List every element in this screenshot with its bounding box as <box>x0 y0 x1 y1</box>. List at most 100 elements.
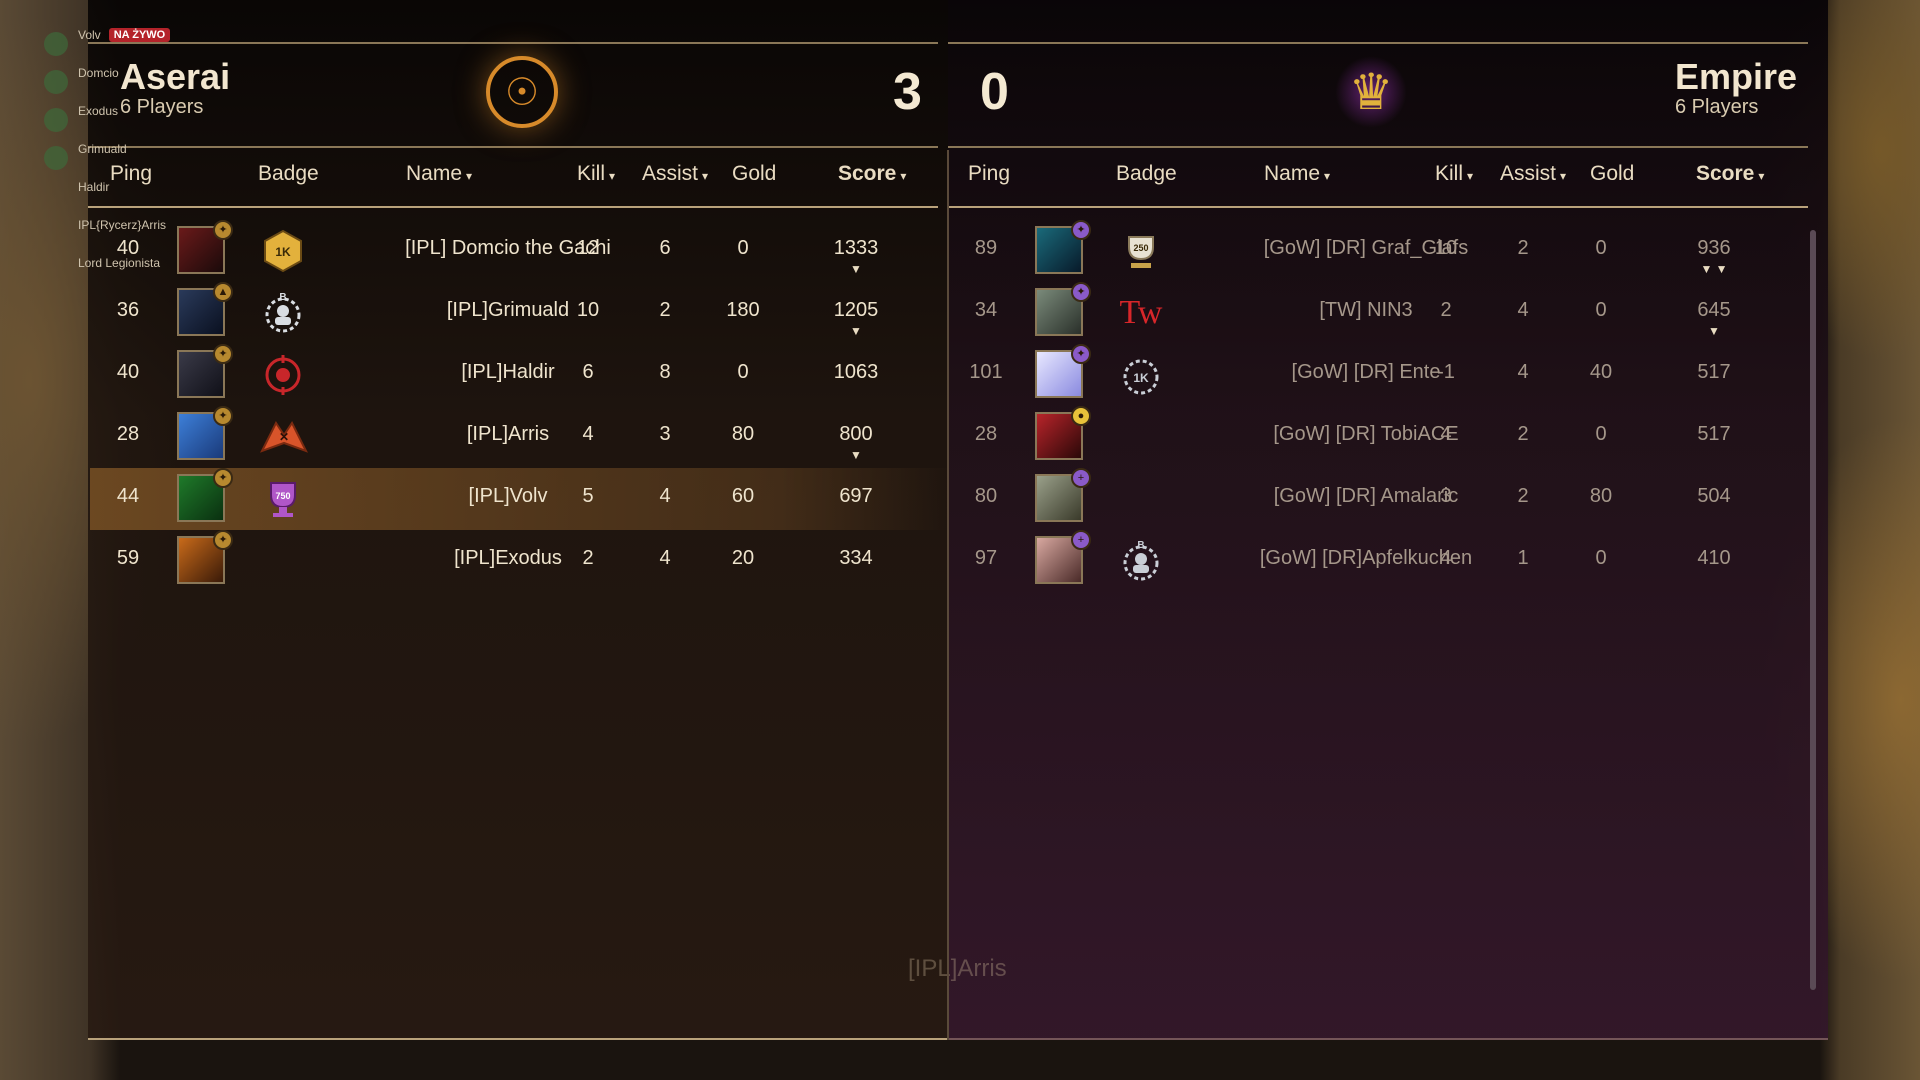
rank-icon: ✦ <box>1071 220 1091 240</box>
gold: 80 <box>1589 485 1613 507</box>
assist: 1 <box>1517 547 1529 569</box>
avatar: + <box>1035 530 1091 584</box>
ping: 97 <box>974 547 998 569</box>
avatar <box>44 32 68 56</box>
laurel-badge-icon: 1K <box>1116 350 1166 400</box>
col-assist-left[interactable]: Assist ▾ <box>642 162 708 186</box>
score-marks: ▼ ▼ <box>1700 262 1728 276</box>
col-label: Assist <box>642 162 699 185</box>
empire-eagle-icon: ♛ <box>1335 56 1407 128</box>
kill: 10 <box>1434 237 1458 259</box>
chevron-down-icon: ▾ <box>1758 169 1765 183</box>
badge-label: 250 <box>1133 243 1148 253</box>
stream-overlay: Volv NA ŻYWO Domcio Exodus Grimuald Haldi… <box>44 28 198 294</box>
col-label: Score <box>838 162 897 185</box>
live-badge: NA ŻYWO <box>108 28 171 42</box>
chevron-down-icon: ▾ <box>702 169 709 183</box>
aserai-sun-icon: ☉ <box>486 56 558 128</box>
gold: 0 <box>1595 299 1607 321</box>
divider <box>88 146 938 148</box>
rank-icon: ✦ <box>1071 282 1091 302</box>
rank-icon: ✦ <box>1071 344 1091 364</box>
col-label: Score <box>1696 162 1755 185</box>
ping: 101 <box>969 361 1003 383</box>
col-label: Assist <box>1500 162 1557 185</box>
col-score-right[interactable]: Score ▾ <box>1696 162 1764 186</box>
col-badge-left[interactable]: Badge <box>258 162 319 186</box>
kill: 3 <box>1440 485 1452 507</box>
divider <box>88 206 938 208</box>
table-row[interactable]: 97 + B [GoW] [DR]Apfelkuchen 4 1 0 410 <box>88 530 1828 592</box>
gold: 0 <box>1595 237 1607 259</box>
table-row[interactable]: 34 ✦ Tw [TW] NIN3 2 4 0 645 ▼ <box>88 282 1828 344</box>
score: 517 <box>1697 361 1731 383</box>
col-label: Name <box>1264 162 1321 185</box>
scroll-thumb[interactable] <box>1810 230 1816 990</box>
spectating-player: [IPL]Arris <box>908 955 1007 982</box>
laurel-badge-icon: B <box>1116 536 1166 586</box>
stream-name: Domcio <box>78 66 119 80</box>
kill: 4 <box>1440 423 1452 445</box>
col-gold-right[interactable]: Gold <box>1590 162 1634 186</box>
col-assist-right[interactable]: Assist ▾ <box>1500 162 1566 186</box>
gold: 0 <box>1595 547 1607 569</box>
col-name-right[interactable]: Name ▾ <box>1264 162 1330 186</box>
stream-entry: Exodus <box>44 104 198 142</box>
kill: 4 <box>1440 547 1452 569</box>
badge-label: 1K <box>1133 371 1149 385</box>
stream-name: Exodus <box>78 104 119 118</box>
avatar: ✦ <box>1035 282 1091 336</box>
avatar <box>44 108 68 132</box>
score: 504 <box>1697 485 1731 507</box>
chevron-down-icon: ▾ <box>609 169 616 183</box>
score-marks: ▼ <box>1708 324 1720 338</box>
ping: 89 <box>974 237 998 259</box>
stream-entry: Haldir <box>78 180 198 218</box>
col-kill-right[interactable]: Kill ▾ <box>1435 162 1473 186</box>
assist: 2 <box>1517 237 1529 259</box>
stream-name: Volv <box>78 28 101 42</box>
chevron-down-icon: ▾ <box>1324 169 1331 183</box>
assist: 2 <box>1517 485 1529 507</box>
avatar: ✦ <box>1035 344 1091 398</box>
team-score-right: 0 <box>980 63 1009 121</box>
col-score-left[interactable]: Score ▾ <box>838 162 906 186</box>
chevron-down-icon: ▾ <box>1467 169 1474 183</box>
team-players-right: 6 Players <box>1675 96 1759 118</box>
kill: 2 <box>1440 299 1452 321</box>
avatar: ✦ <box>1035 220 1091 274</box>
table-row[interactable]: 28 ● [GoW] [DR] TobiACE 4 2 0 517 <box>88 406 1828 468</box>
gold: 0 <box>1595 423 1607 445</box>
col-badge-right[interactable]: Badge <box>1116 162 1177 186</box>
badge-shape: 1K <box>1123 359 1159 395</box>
chevron-down-icon: ▾ <box>466 169 473 183</box>
stream-name: Lord Legionista <box>78 256 161 270</box>
table-row[interactable]: 80 + [GoW] [DR] Amalaric 3 2 80 504 <box>88 468 1828 530</box>
col-ping-right[interactable]: Ping <box>968 162 1010 186</box>
col-kill-left[interactable]: Kill ▾ <box>577 162 615 186</box>
col-label: Name <box>406 162 463 185</box>
rank-icon: + <box>1071 530 1091 550</box>
table-row[interactable]: 101 ✦ 1K [GoW] [DR] Ente -1 4 40 517 <box>88 344 1828 406</box>
col-label: Kill <box>1435 162 1464 185</box>
stream-name: Haldir <box>78 180 110 194</box>
badge-label: B <box>1137 540 1144 551</box>
kill: -1 <box>1437 361 1455 383</box>
scoreboard-panel: Aserai 6 Players ☉ 3 0 ♛ Empire 6 Player… <box>88 0 1828 1040</box>
trophy-badge-icon: 250 <box>1116 226 1166 276</box>
assist: 4 <box>1517 361 1529 383</box>
chevron-down-icon: ▾ <box>900 169 907 183</box>
team-score-left: 3 <box>893 63 922 121</box>
score: 645 <box>1697 299 1731 321</box>
col-gold-left[interactable]: Gold <box>732 162 776 186</box>
badge-shape: 250 <box>1128 236 1154 268</box>
gold: 40 <box>1589 361 1613 383</box>
score: 410 <box>1697 547 1731 569</box>
scrollbar[interactable] <box>1810 230 1816 990</box>
col-name-left[interactable]: Name ▾ <box>406 162 472 186</box>
avatar <box>44 146 68 170</box>
score: 936 <box>1697 237 1731 259</box>
divider <box>948 42 1808 44</box>
table-row[interactable]: 89 ✦ 250 [GoW] [DR] Graf_Glafs 10 2 0 93… <box>88 220 1828 282</box>
chevron-down-icon: ▾ <box>1560 169 1567 183</box>
